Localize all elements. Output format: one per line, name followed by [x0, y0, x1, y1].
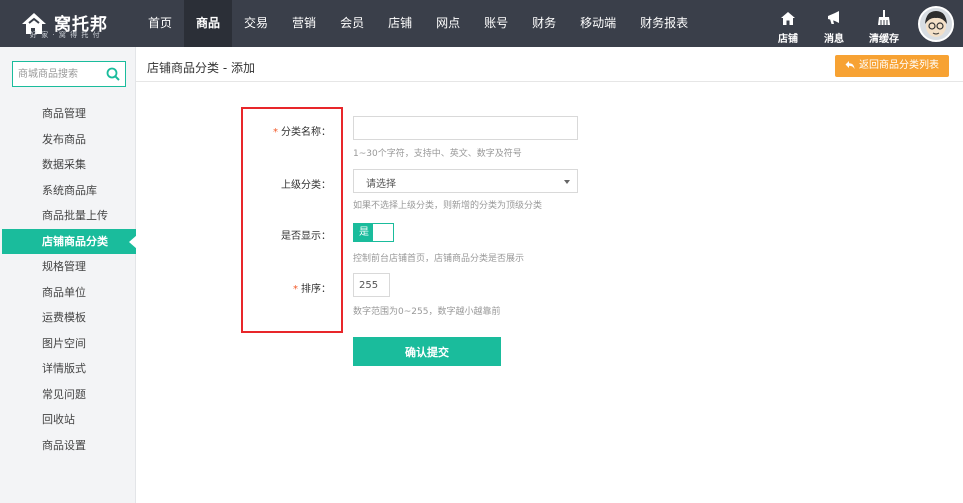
parent-category-select[interactable]: 请选择: [353, 169, 578, 193]
nav-members[interactable]: 会员: [328, 0, 376, 47]
nav-home[interactable]: 首页: [136, 0, 184, 47]
display-toggle-on-text: 是: [354, 224, 374, 241]
messages-tool[interactable]: 消息: [811, 0, 857, 47]
page-title: 店铺商品分类 - 添加: [147, 61, 255, 75]
sort-field: [353, 273, 390, 297]
nav-orders[interactable]: 交易: [232, 0, 280, 47]
sidebar-item-system-library[interactable]: 系统商品库: [0, 178, 136, 204]
category-name-hint: 1~30个字符，支持中、英文、数字及符号: [353, 149, 522, 159]
broom-icon: [878, 10, 890, 25]
sidebar-item-image-space[interactable]: 图片空间: [0, 331, 136, 357]
display-toggle[interactable]: 是: [353, 223, 394, 242]
clear-cache-tool-label: 清缓存: [869, 34, 899, 45]
back-to-category-list-button[interactable]: 返回商品分类列表: [835, 55, 949, 77]
sidebar-item-product-settings[interactable]: 商品设置: [0, 433, 136, 459]
brand-slogan: 好 家 · 窝 得 托 付: [30, 31, 101, 39]
chevron-down-icon: [564, 180, 570, 184]
sidebar: 商品管理 发布商品 数据采集 系统商品库 商品批量上传 店铺商品分类 规格管理 …: [0, 47, 137, 503]
avatar-image: [918, 6, 954, 42]
sidebar-item-publish-product[interactable]: 发布商品: [0, 127, 136, 153]
store-tool-label: 店铺: [778, 34, 798, 45]
clear-cache-tool[interactable]: 清缓存: [857, 0, 911, 47]
logo[interactable]: 窝托邦 好 家 · 窝 得 托 付: [20, 8, 120, 40]
nav-outlets[interactable]: 网点: [424, 0, 472, 47]
header-tools: 店铺 消息 清缓存: [765, 0, 963, 47]
main-nav: 首页 商品 交易 营销 会员 店铺 网点 账号 财务 移动端 财务报表: [136, 0, 700, 47]
required-mark: *: [293, 284, 298, 295]
megaphone-icon: [828, 11, 839, 24]
sort-hint: 数字范围为0~255，数字越小越靠前: [353, 307, 501, 317]
category-name-field: [353, 116, 578, 140]
product-search: [12, 61, 126, 87]
display-hint: 控制前台店铺首页，店铺商品分类是否展示: [353, 254, 525, 264]
display-label: 是否显示：: [281, 231, 331, 242]
required-mark: *: [273, 127, 278, 138]
nav-marketing[interactable]: 营销: [280, 0, 328, 47]
category-name-input[interactable]: [354, 117, 577, 139]
sidebar-item-product-units[interactable]: 商品单位: [0, 280, 136, 306]
avatar-face-icon: [920, 8, 952, 40]
top-navbar: 窝托邦 好 家 · 窝 得 托 付 首页 商品 交易 营销 会员 店铺 网点 账…: [0, 0, 963, 47]
sidebar-item-store-categories[interactable]: 店铺商品分类: [2, 228, 137, 254]
sidebar-item-data-collection[interactable]: 数据采集: [0, 152, 136, 178]
sidebar-menu: 商品管理 发布商品 数据采集 系统商品库 商品批量上传 店铺商品分类 规格管理 …: [0, 101, 137, 459]
parent-category-selected: 请选择: [366, 179, 396, 190]
sort-label-text: 排序：: [301, 284, 331, 295]
sidebar-item-recycle-bin[interactable]: 回收站: [0, 407, 136, 433]
parent-category-hint: 如果不选择上级分类，则新增的分类为顶级分类: [353, 201, 543, 211]
sort-label: * 排序：: [293, 280, 331, 295]
nav-accounts[interactable]: 账号: [472, 0, 520, 47]
nav-finance[interactable]: 财务: [520, 0, 568, 47]
nav-finance-reports[interactable]: 财务报表: [628, 0, 700, 47]
nav-mobile[interactable]: 移动端: [568, 0, 628, 47]
sidebar-item-spec-management[interactable]: 规格管理: [0, 254, 136, 280]
category-name-label: * 分类名称：: [273, 123, 331, 138]
nav-products[interactable]: 商品: [184, 0, 233, 47]
sidebar-item-faq[interactable]: 常见问题: [0, 382, 136, 408]
home-icon: [781, 12, 795, 25]
sidebar-item-detail-layouts[interactable]: 详情版式: [0, 356, 136, 382]
product-search-input[interactable]: [13, 62, 103, 86]
store-tool[interactable]: 店铺: [765, 0, 811, 47]
sort-input[interactable]: [354, 274, 389, 296]
search-icon[interactable]: [105, 66, 121, 82]
sidebar-item-batch-upload[interactable]: 商品批量上传: [0, 203, 136, 229]
nav-store[interactable]: 店铺: [376, 0, 424, 47]
main-content: 店铺商品分类 - 添加 返回商品分类列表 * 分类名称： 上级分类： 是否显示： …: [136, 47, 963, 503]
back-arrow-icon: [845, 61, 855, 69]
user-avatar[interactable]: [915, 0, 959, 47]
sidebar-item-product-management[interactable]: 商品管理: [0, 101, 136, 127]
messages-tool-label: 消息: [824, 34, 844, 45]
display-toggle-knob: [373, 224, 393, 241]
category-name-label-text: 分类名称：: [281, 127, 331, 138]
form-labels: * 分类名称： 上级分类： 是否显示： * 排序：: [241, 47, 331, 347]
sidebar-item-shipping-templates[interactable]: 运费模板: [0, 305, 136, 331]
submit-button[interactable]: 确认提交: [353, 337, 501, 366]
parent-category-label: 上级分类：: [281, 180, 331, 191]
back-button-label: 返回商品分类列表: [859, 60, 939, 71]
